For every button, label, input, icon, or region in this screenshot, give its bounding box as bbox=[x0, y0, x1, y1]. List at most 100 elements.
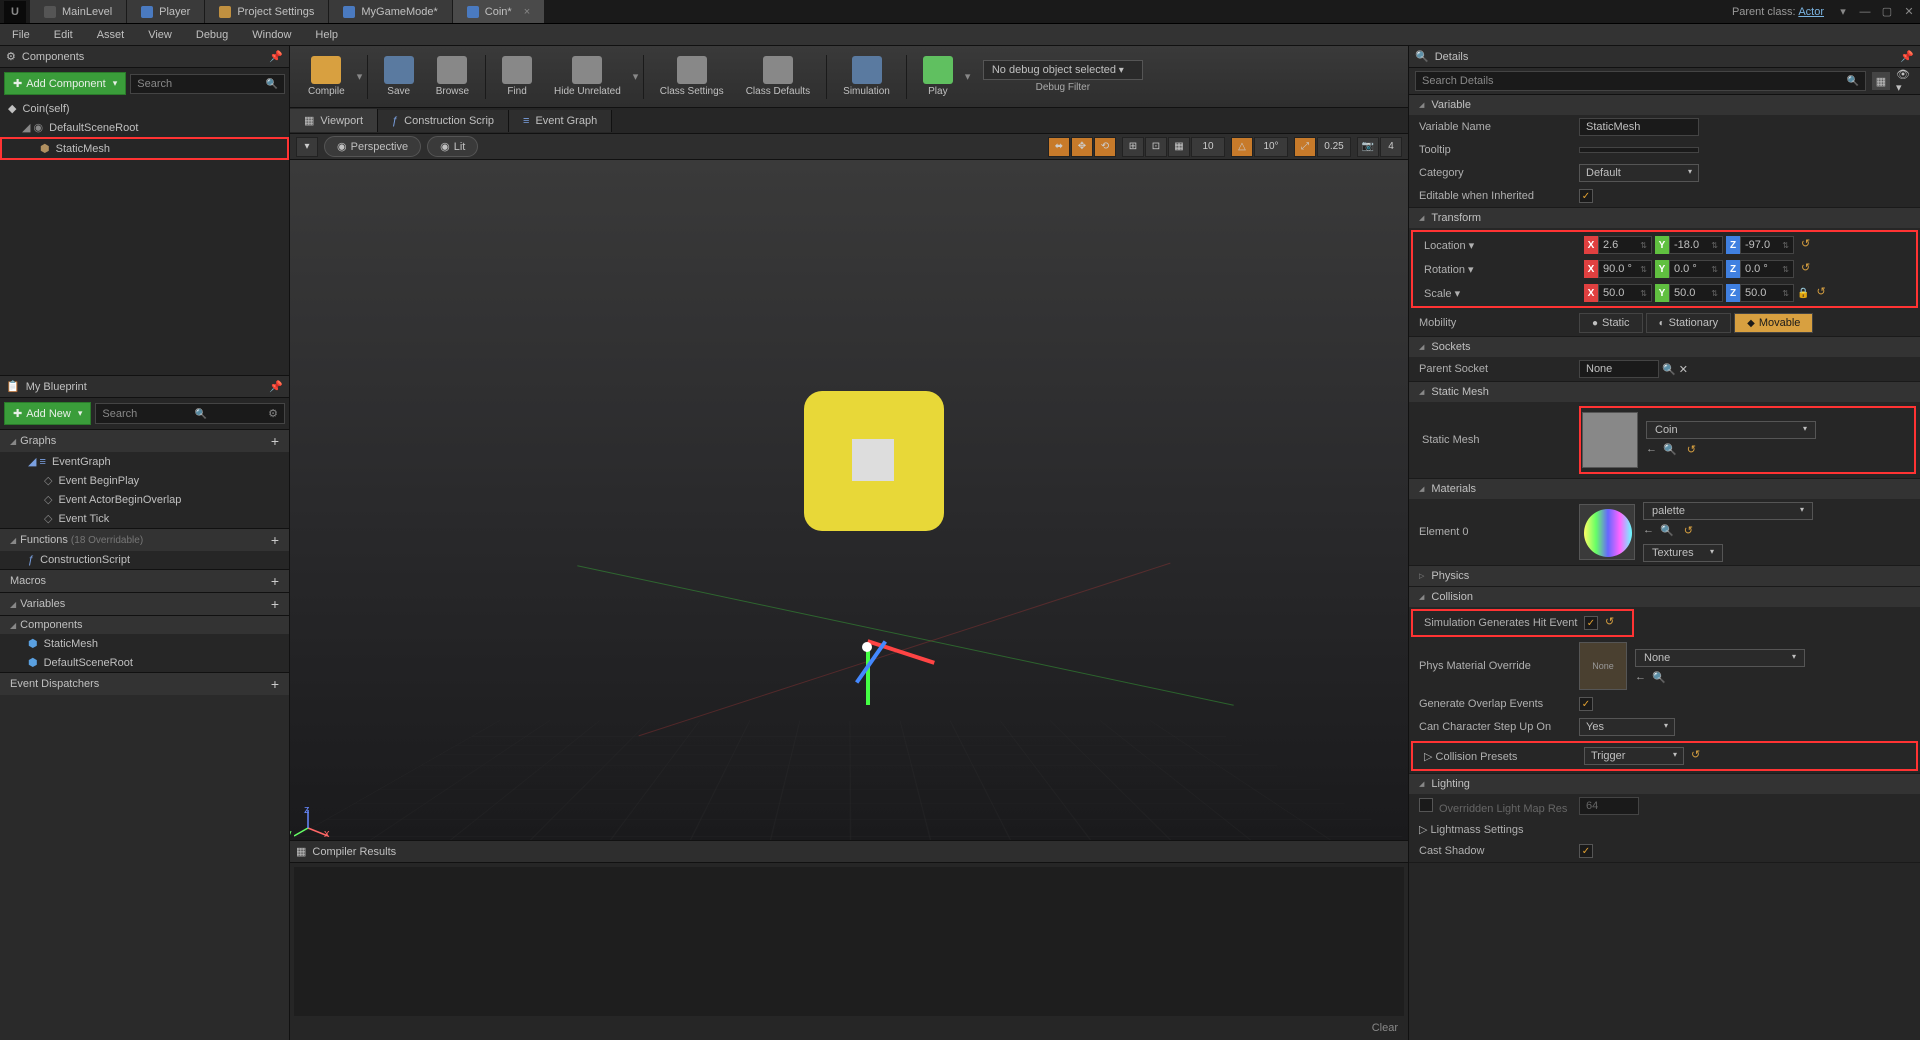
section-physics[interactable]: Physics bbox=[1409, 566, 1920, 586]
add-icon[interactable]: + bbox=[271, 573, 279, 589]
dropdown-icon[interactable]: ▾ bbox=[1832, 2, 1854, 22]
menu-asset[interactable]: Asset bbox=[85, 25, 137, 45]
menu-debug[interactable]: Debug bbox=[184, 25, 240, 45]
rotation-z-input[interactable]: 0.0 ° bbox=[1740, 260, 1794, 278]
reset-button[interactable] bbox=[1605, 615, 1621, 631]
sim-hit-checkbox[interactable] bbox=[1584, 616, 1598, 630]
lit-button[interactable]: ◉ Lit bbox=[427, 136, 478, 157]
section-macros[interactable]: Macros+ bbox=[0, 569, 289, 592]
stepup-select[interactable]: Yes bbox=[1579, 718, 1675, 736]
clear-icon[interactable]: ✕ bbox=[1679, 363, 1688, 376]
section-materials[interactable]: Materials bbox=[1409, 479, 1920, 499]
section-transform[interactable]: Transform bbox=[1409, 208, 1920, 228]
grid-snap-value[interactable]: 10 bbox=[1191, 137, 1225, 157]
maximize-button[interactable]: ▢ bbox=[1876, 2, 1898, 22]
cast-shadow-checkbox[interactable] bbox=[1579, 844, 1593, 858]
reset-button[interactable] bbox=[1691, 748, 1707, 764]
use-selected-icon[interactable]: ← bbox=[1635, 671, 1646, 684]
scale-snap-button[interactable]: ⤢ bbox=[1294, 137, 1316, 157]
item-construction-script[interactable]: ƒConstructionScript bbox=[0, 551, 289, 569]
surface-snap-button[interactable]: ⊡ bbox=[1145, 137, 1167, 157]
translate-mode-button[interactable]: ✥ bbox=[1071, 137, 1093, 157]
tooltip-input[interactable] bbox=[1579, 147, 1699, 153]
property-matrix-button[interactable]: ▦ bbox=[1872, 72, 1890, 90]
overridden-checkbox[interactable] bbox=[1419, 798, 1433, 812]
location-z-input[interactable]: -97.0 bbox=[1740, 236, 1794, 254]
scale-z-input[interactable]: 50.0 bbox=[1740, 284, 1794, 302]
use-selected-icon[interactable]: ← bbox=[1646, 443, 1657, 459]
item-defaultroot-var[interactable]: ⬢DefaultSceneRoot bbox=[0, 653, 289, 672]
section-static-mesh[interactable]: Static Mesh bbox=[1409, 382, 1920, 402]
reset-button[interactable] bbox=[1816, 285, 1832, 301]
menu-help[interactable]: Help bbox=[303, 25, 350, 45]
gizmo-origin[interactable] bbox=[862, 642, 872, 652]
item-staticmesh-var[interactable]: ⬢StaticMesh bbox=[0, 634, 289, 653]
play-button[interactable]: Play bbox=[913, 49, 963, 105]
tab-player[interactable]: Player bbox=[127, 0, 205, 23]
collision-presets-select[interactable]: Trigger bbox=[1584, 747, 1684, 765]
menu-file[interactable]: File bbox=[0, 25, 42, 45]
item-event-tick[interactable]: ◇Event Tick bbox=[0, 509, 289, 528]
gizmo-z-axis[interactable] bbox=[866, 645, 870, 705]
reset-button[interactable] bbox=[1684, 524, 1700, 540]
coord-space-button[interactable]: ⊞ bbox=[1122, 137, 1144, 157]
section-variables[interactable]: Variables+ bbox=[0, 592, 289, 615]
coin-mesh-preview[interactable] bbox=[804, 391, 954, 541]
item-eventgraph[interactable]: ◢ ≡EventGraph bbox=[0, 452, 289, 471]
parent-socket-input[interactable]: None bbox=[1579, 360, 1659, 378]
item-event-beginplay[interactable]: ◇Event BeginPlay bbox=[0, 471, 289, 490]
tab-viewport[interactable]: ▦Viewport bbox=[290, 109, 378, 132]
overlap-events-checkbox[interactable] bbox=[1579, 697, 1593, 711]
mesh-thumbnail[interactable] bbox=[1582, 412, 1638, 468]
rotate-mode-button[interactable]: ⟲ bbox=[1094, 137, 1116, 157]
browse-icon[interactable]: 🔍 bbox=[1652, 671, 1666, 684]
debug-object-select[interactable]: No debug object selected ▾ bbox=[983, 60, 1143, 80]
settings-icon[interactable]: ⚙ bbox=[268, 407, 278, 420]
material-thumbnail[interactable] bbox=[1579, 504, 1635, 560]
section-components-list[interactable]: Components bbox=[0, 615, 289, 634]
clear-button[interactable]: Clear bbox=[1372, 1022, 1398, 1038]
minimize-button[interactable]: — bbox=[1854, 2, 1876, 22]
section-sockets[interactable]: Sockets bbox=[1409, 337, 1920, 357]
add-icon[interactable]: + bbox=[271, 433, 279, 449]
textures-select[interactable]: Textures bbox=[1643, 544, 1723, 562]
components-search[interactable]: Search bbox=[130, 74, 285, 94]
variable-name-input[interactable]: StaticMesh bbox=[1579, 118, 1699, 136]
scale-snap-value[interactable]: 0.25 bbox=[1317, 137, 1351, 157]
rotation-x-input[interactable]: 90.0 ° bbox=[1598, 260, 1652, 278]
reset-button[interactable] bbox=[1687, 443, 1703, 459]
add-icon[interactable]: + bbox=[271, 532, 279, 548]
editable-inherited-checkbox[interactable] bbox=[1579, 189, 1593, 203]
section-variable[interactable]: Variable bbox=[1409, 95, 1920, 115]
reset-button[interactable] bbox=[1801, 237, 1817, 253]
tab-mygamemode[interactable]: MyGameMode* bbox=[329, 0, 452, 23]
browse-button[interactable]: Browse bbox=[426, 49, 479, 105]
mesh-asset-select[interactable]: Coin bbox=[1646, 421, 1816, 439]
tab-event-graph[interactable]: ≡Event Graph bbox=[509, 110, 612, 132]
menu-window[interactable]: Window bbox=[240, 25, 303, 45]
viewport-menu-button[interactable]: ▾ bbox=[296, 137, 318, 157]
myblueprint-search[interactable]: Search⚙ bbox=[95, 403, 285, 424]
section-functions[interactable]: Functions (18 Overridable)+ bbox=[0, 528, 289, 551]
find-button[interactable]: Find bbox=[492, 49, 542, 105]
camera-speed-button[interactable]: 📷 bbox=[1357, 137, 1379, 157]
browse-icon[interactable]: 🔍 bbox=[1660, 524, 1674, 540]
lightmass-label[interactable]: ▷ Lightmass Settings bbox=[1419, 823, 1579, 836]
close-button[interactable]: ✕ bbox=[1898, 2, 1920, 22]
tree-static-mesh[interactable]: ⬢StaticMesh bbox=[2, 139, 287, 158]
scale-y-input[interactable]: 50.0 bbox=[1669, 284, 1723, 302]
hide-unrelated-button[interactable]: Hide Unrelated bbox=[544, 49, 631, 105]
lock-scale-button[interactable] bbox=[1797, 287, 1809, 299]
angle-snap-value[interactable]: 10° bbox=[1254, 137, 1288, 157]
viewport-3d[interactable]: zyx bbox=[290, 160, 1408, 840]
grid-snap-button[interactable]: ▦ bbox=[1168, 137, 1190, 157]
add-icon[interactable]: + bbox=[271, 676, 279, 692]
location-x-input[interactable]: 2.6 bbox=[1598, 236, 1652, 254]
menu-edit[interactable]: Edit bbox=[42, 25, 85, 45]
mobility-stationary-button[interactable]: ◐ Stationary bbox=[1646, 313, 1732, 333]
section-graphs[interactable]: Graphs+ bbox=[0, 429, 289, 452]
search-icon[interactable]: 🔍 bbox=[1662, 363, 1676, 376]
menu-view[interactable]: View bbox=[136, 25, 184, 45]
save-button[interactable]: Save bbox=[374, 49, 424, 105]
reset-button[interactable] bbox=[1801, 261, 1817, 277]
